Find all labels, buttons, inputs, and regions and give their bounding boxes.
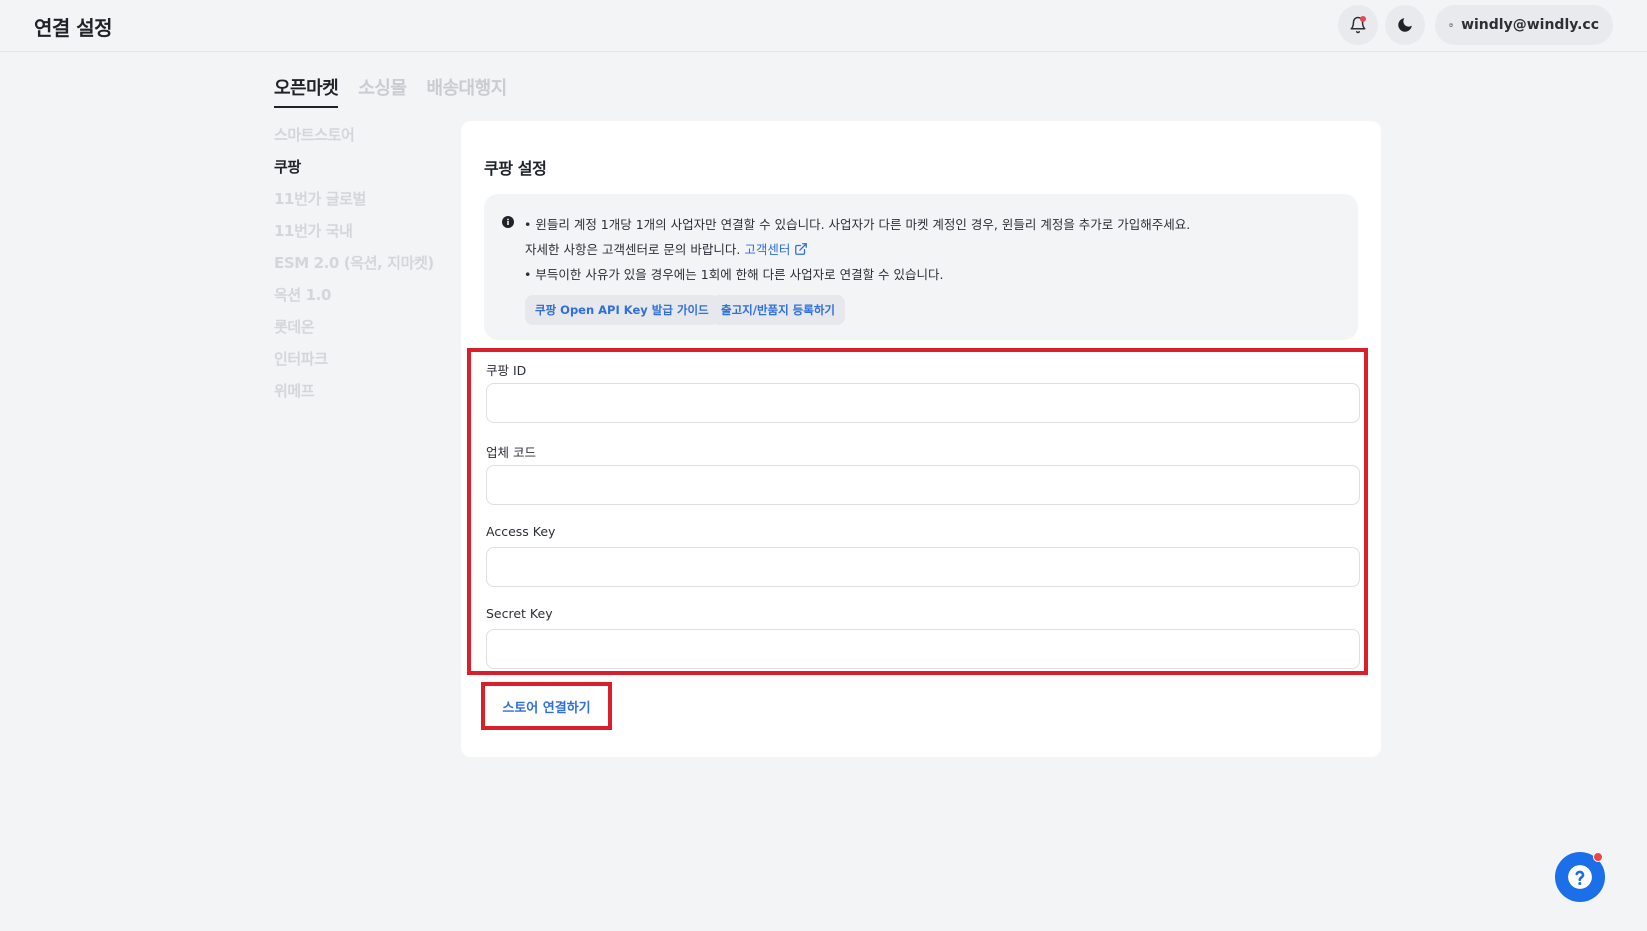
tab-shipping-agent[interactable]: 배송대행지 (426, 74, 507, 108)
notifications-button[interactable] (1338, 5, 1378, 45)
notification-dot (1360, 16, 1366, 22)
help-center-link[interactable]: 고객센터 (744, 239, 808, 258)
sidebar-item-11st-domestic[interactable]: 11번가 국내 (274, 220, 444, 252)
notice-line-3: • 부득이한 사유가 있을 경우에는 1회에 한해 다른 사업자로 연결할 수 … (524, 267, 944, 282)
help-notification-dot (1593, 852, 1603, 862)
tab-openmarket[interactable]: 오픈마켓 (274, 74, 339, 108)
moon-icon (1398, 18, 1412, 32)
sidebar-item-lotteon[interactable]: 롯데온 (274, 316, 444, 348)
fields-highlight-box (467, 348, 1368, 675)
notice-line-2: 자세한 사항은 고객센터로 문의 바랍니다. 고객센터 (525, 239, 808, 258)
sidebar-item-coupang[interactable]: 쿠팡 (274, 156, 444, 188)
sidebar-item-interpark[interactable]: 인터파크 (274, 348, 444, 380)
external-link-icon (795, 242, 808, 255)
user-circle-icon (1449, 23, 1453, 27)
card-title: 쿠팡 설정 (484, 159, 547, 178)
help-icon (1568, 865, 1592, 889)
page-title: 연결 설정 (34, 16, 113, 40)
sidebar-item-auction[interactable]: 옥션 1.0 (274, 284, 444, 316)
top-bar: 연결 설정 windly@windly.cc (0, 0, 1647, 52)
dark-mode-toggle[interactable] (1385, 5, 1425, 45)
button-highlight-box (481, 682, 612, 730)
user-email: windly@windly.cc (1461, 17, 1599, 33)
register-address-button[interactable]: 출고지/반품지 등록하기 (711, 295, 846, 325)
help-fab-button[interactable] (1555, 852, 1605, 902)
notice-line-2-text: 자세한 사항은 고객센터로 문의 바랍니다. (525, 242, 741, 257)
user-menu-button[interactable]: windly@windly.cc (1435, 5, 1613, 45)
market-sidebar: 스마트스토어 쿠팡 11번가 글로벌 11번가 국내 ESM 2.0 (옥션, … (274, 124, 444, 412)
sidebar-item-smartstore[interactable]: 스마트스토어 (274, 124, 444, 156)
sidebar-item-esm[interactable]: ESM 2.0 (옥션, 지마켓) (274, 252, 444, 284)
sidebar-item-11st-global[interactable]: 11번가 글로벌 (274, 188, 444, 220)
notice-line-1: • 윈들리 계정 1개당 1개의 사업자만 연결할 수 있습니다. 사업자가 다… (524, 217, 1191, 232)
help-center-link-label: 고객센터 (744, 242, 791, 257)
tab-sourcing-mall[interactable]: 소싱몰 (358, 74, 407, 108)
info-icon (502, 216, 514, 228)
category-tabs: 오픈마켓 소싱몰 배송대행지 (274, 74, 507, 108)
api-key-guide-button[interactable]: 쿠팡 Open API Key 발급 가이드 (525, 295, 719, 325)
notice-box: • 윈들리 계정 1개당 1개의 사업자만 연결할 수 있습니다. 사업자가 다… (484, 194, 1358, 340)
sidebar-item-wemakeprice[interactable]: 위메프 (274, 380, 444, 412)
